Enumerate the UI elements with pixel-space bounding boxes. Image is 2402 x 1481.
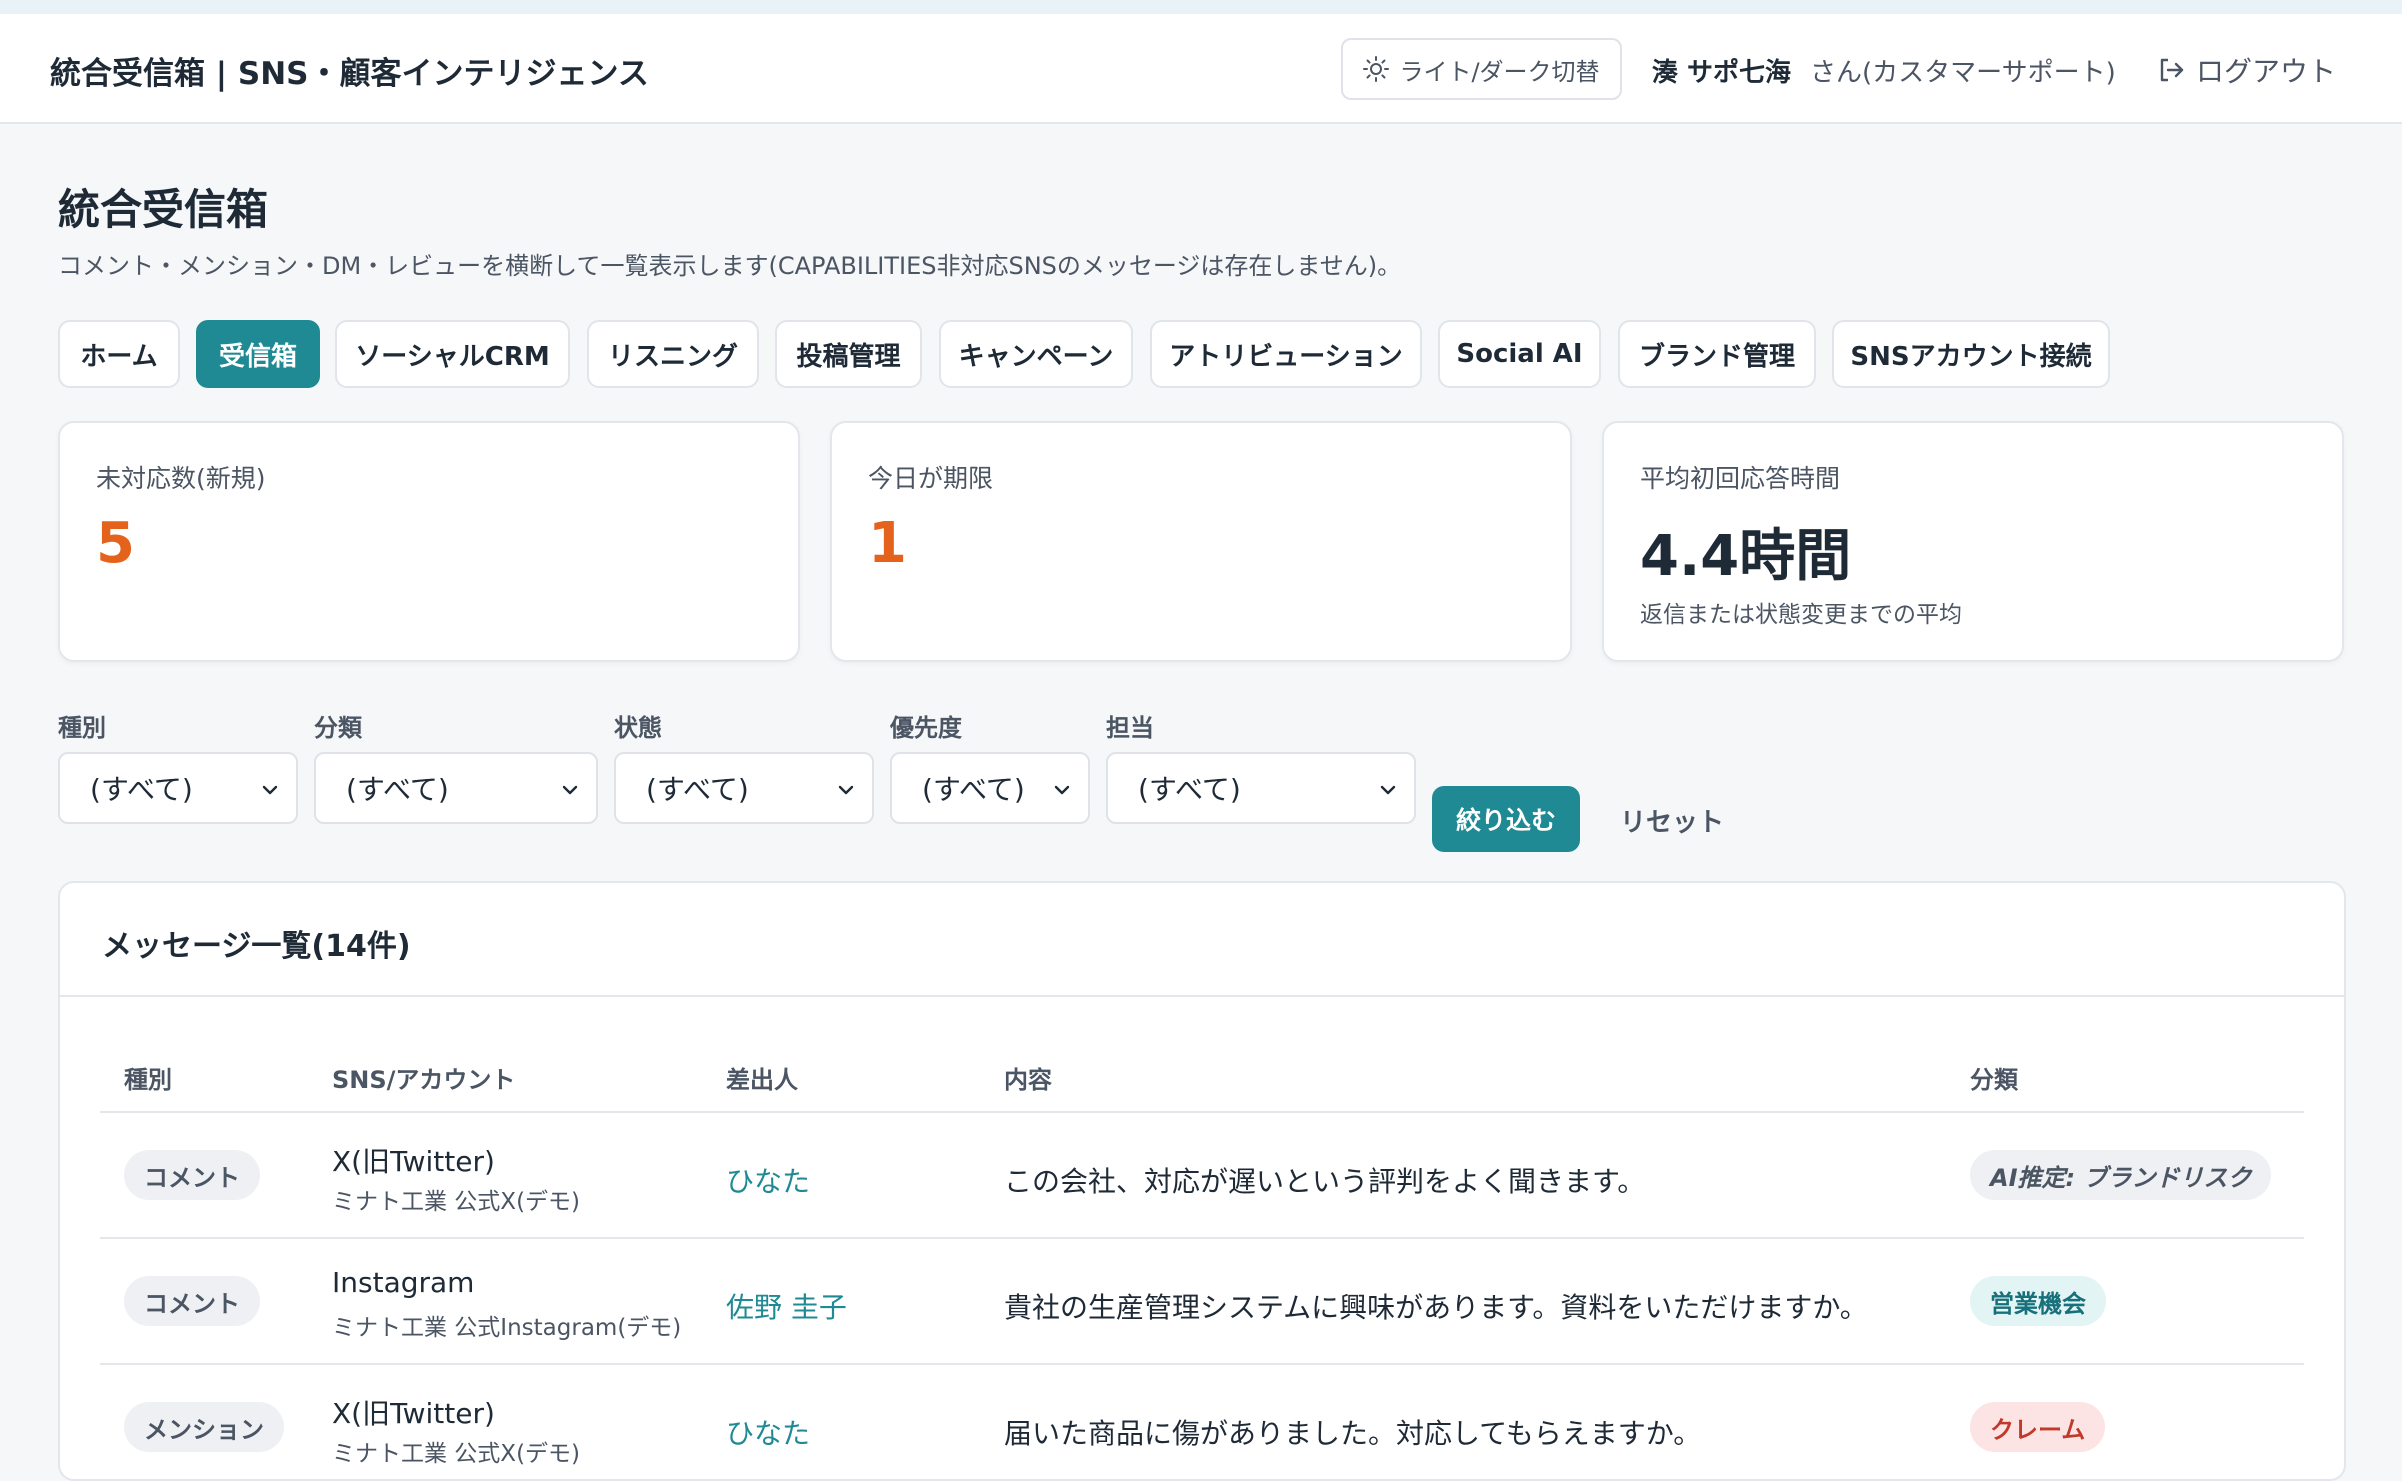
page-description: コメント・メンション・DM・レビューを横断して一覧表示します(CAPABILIT… [58,252,1402,280]
chevron-down-icon [1380,785,1396,795]
account-name: ミナト工業 公式X(デモ) [332,1441,581,1467]
column-header-content[interactable]: 内容 [1004,1060,1052,1095]
sun-icon [1363,56,1390,82]
filter-assignee-select[interactable]: (すべて) [1106,752,1416,824]
message-content: 貴社の生産管理システムに興味があります。資料をいただけますか。 [1004,1291,1868,1324]
select-value: (すべて) [90,773,193,806]
user-role: さん(カスタマーサポート) [1810,58,2116,88]
stat-label: 平均初回応答時間 [1640,464,1841,493]
column-header-sns-account[interactable]: SNS/アカウント [332,1060,515,1095]
column-header-type[interactable]: 種別 [124,1060,172,1095]
filter-category-select[interactable]: (すべて) [314,752,598,824]
type-badge: コメント [124,1276,260,1326]
filter-label-category: 分類 [314,714,362,742]
sns-name: X(旧Twitter) [332,1397,495,1430]
stat-label: 今日が期限 [868,464,994,493]
sns-name: Instagram [332,1266,475,1299]
stat-card-avg-response: 平均初回応答時間 4.4時間 返信または状態変更までの平均 [1602,421,2344,662]
message-content: この会社、対応が遅いという評判をよく聞きます。 [1004,1165,1646,1198]
tab-post-management[interactable]: 投稿管理 [775,320,922,388]
select-value: (すべて) [646,773,749,806]
column-header-sender[interactable]: 差出人 [726,1060,798,1095]
select-value: (すべて) [346,773,449,806]
panel-header: メッセージ一覧(14件) [60,883,2344,997]
stat-card-due-today: 今日が期限 1 [830,421,1572,662]
stat-label: 未対応数(新規) [96,464,266,493]
logout-label: ログアウト [2196,55,2337,88]
filter-type-select[interactable]: (すべて) [58,752,298,824]
tab-campaign[interactable]: キャンペーン [939,320,1133,388]
chevron-down-icon [262,785,278,795]
tab-attribution[interactable]: アトリビューション [1150,320,1422,388]
table-divider [100,1111,2304,1113]
logout-icon [2160,58,2184,82]
user-name: 湊 サポ七海 [1652,58,1792,88]
app-header: 統合受信箱 | SNS・顧客インテリジェンス ライト/ダーク切替 湊 サポ七海 … [0,14,2402,124]
theme-toggle-label: ライト/ダーク切替 [1399,57,1600,86]
stat-subtext: 返信または状態変更までの平均 [1640,602,1962,628]
tab-brand-management[interactable]: ブランド管理 [1618,320,1816,388]
category-badge: 営業機会 [1970,1276,2106,1326]
select-value: (すべて) [922,773,1025,806]
stat-value: 4.4時間 [1640,524,1852,589]
theme-toggle-button[interactable]: ライト/ダーク切替 [1341,38,1622,100]
type-badge: メンション [124,1402,284,1452]
chevron-down-icon [1054,785,1070,795]
tab-social-ai[interactable]: Social AI [1438,320,1601,388]
filter-label-status: 状態 [614,714,662,742]
filter-label-priority: 優先度 [890,714,962,742]
top-strip [0,0,2402,14]
sender-link[interactable]: ひなた [726,1412,810,1452]
filter-label-type: 種別 [58,714,106,742]
chevron-down-icon [838,785,854,795]
stat-card-unhandled: 未対応数(新規) 5 [58,421,800,662]
sns-name: X(旧Twitter) [332,1145,495,1178]
panel-title: メッセージ一覧(14件) [102,929,411,964]
app-title: 統合受信箱 | SNS・顧客インテリジェンス [50,56,649,92]
reset-filter-button[interactable]: リセット [1620,802,1724,839]
category-badge: クレーム [1970,1402,2106,1452]
account-name: ミナト工業 公式X(デモ) [332,1189,581,1215]
tab-home[interactable]: ホーム [58,320,180,388]
tab-social-crm[interactable]: ソーシャルCRM [335,320,570,388]
category-badge: AI推定: ブランドリスク [1970,1150,2272,1200]
message-content: 届いた商品に傷がありました。対応してもらえますか。 [1004,1417,1702,1450]
column-header-category[interactable]: 分類 [1970,1060,2018,1095]
filter-label-assignee: 担当 [1106,714,1154,742]
apply-filter-button[interactable]: 絞り込む [1432,786,1580,852]
sender-link[interactable]: 佐野 圭子 [726,1286,847,1326]
tab-listening[interactable]: リスニング [587,320,759,388]
sender-link[interactable]: ひなた [726,1160,810,1200]
chevron-down-icon [562,785,578,795]
filter-priority-select[interactable]: (すべて) [890,752,1090,824]
table-divider [100,1363,2304,1365]
table-divider [100,1237,2304,1239]
stat-value: 5 [96,511,135,576]
filter-status-select[interactable]: (すべて) [614,752,874,824]
logout-button[interactable]: ログアウト [2156,50,2336,90]
type-badge: コメント [124,1150,260,1200]
page-title: 統合受信箱 [58,185,269,234]
tab-sns-account-connect[interactable]: SNSアカウント接続 [1832,320,2110,388]
tab-inbox[interactable]: 受信箱 [196,320,320,388]
stat-value: 1 [868,511,907,576]
account-name: ミナト工業 公式Instagram(デモ) [332,1315,682,1341]
select-value: (すべて) [1138,773,1241,806]
